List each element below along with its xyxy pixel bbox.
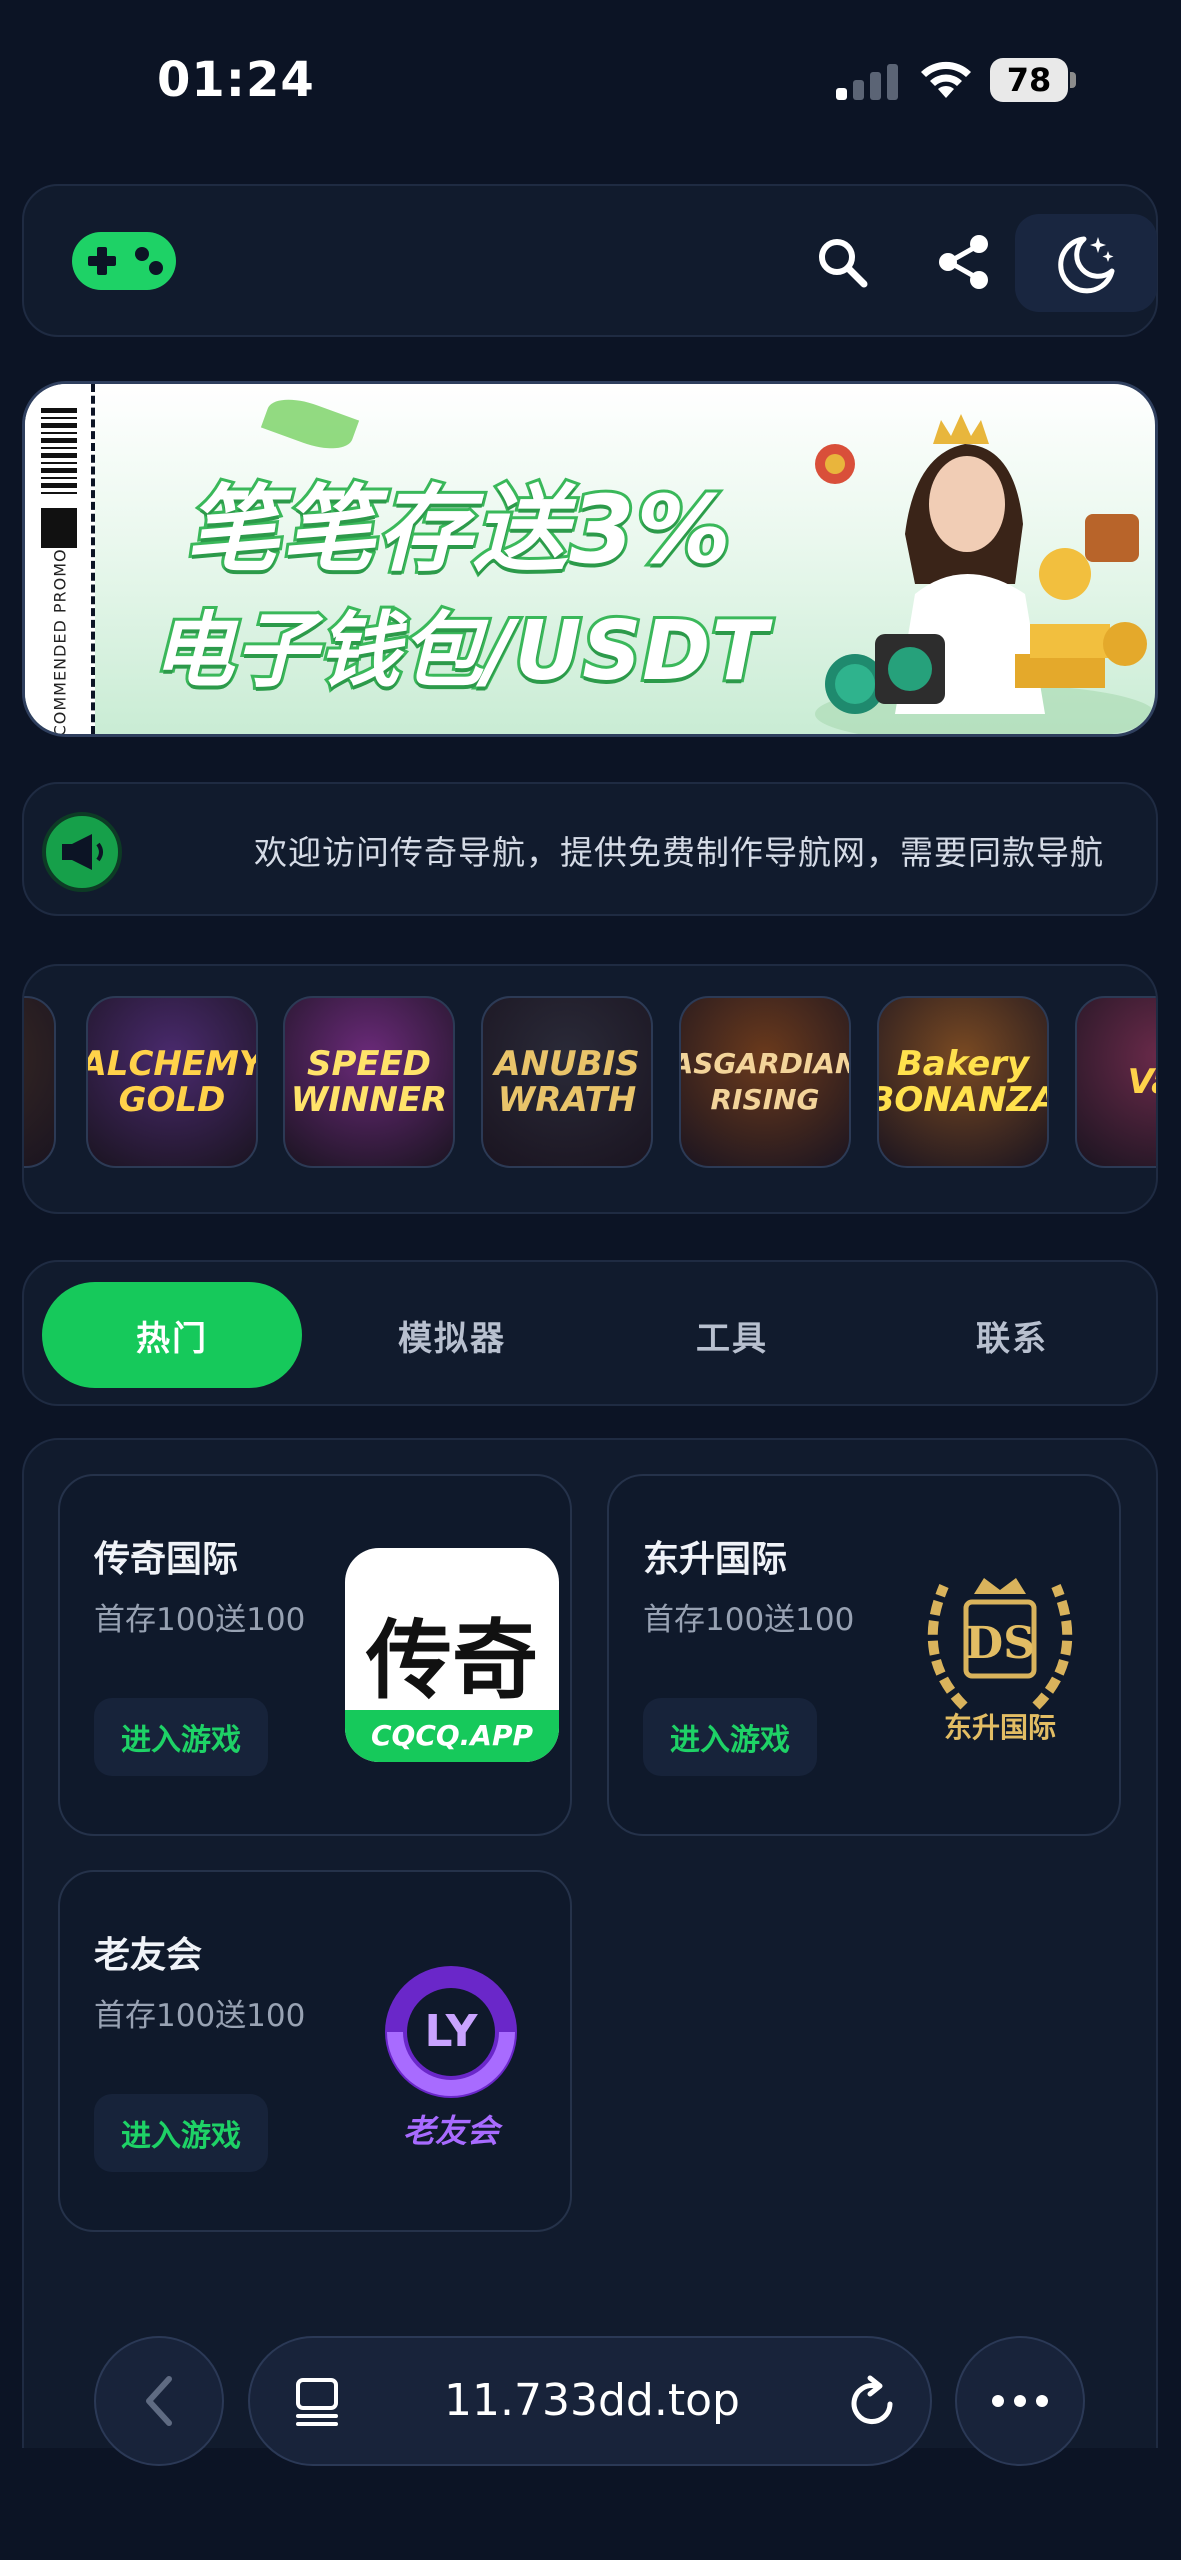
reload-icon[interactable]	[846, 2374, 898, 2430]
banner-illustration	[815, 414, 1155, 734]
top-header	[22, 184, 1158, 337]
battery-level: 78	[990, 58, 1068, 102]
tab-contact[interactable]: 联系	[882, 1282, 1142, 1388]
site-card-chuanqi[interactable]: 传奇国际 首存100送100 进入游戏 传奇 CQCQ.APP	[58, 1474, 572, 1836]
status-time: 01:24	[157, 52, 315, 108]
site-card-dongsheng[interactable]: 东升国际 首存100送100 进入游戏 DS 东升国际	[607, 1474, 1121, 1836]
game-tile[interactable]: Vac	[1075, 996, 1156, 1168]
site-desc: 首存100送100	[643, 1602, 855, 1638]
site-desc: 首存100送100	[94, 1602, 306, 1638]
site-card-laoyouhui[interactable]: 老友会 首存100送100 进入游戏 LY 老友会	[58, 1870, 572, 2232]
status-bar: 01:24 78	[0, 0, 1181, 160]
game-tile-alchemy-gold[interactable]: ALCHEMY GOLD	[86, 996, 258, 1168]
site-name: 传奇国际	[94, 1539, 239, 1580]
theme-toggle-button[interactable]	[1015, 214, 1157, 312]
back-button[interactable]	[94, 2336, 224, 2466]
gamepad-icon[interactable]	[72, 230, 176, 292]
banner-side-label: RECOMMENDED PROMO	[50, 548, 70, 737]
enter-game-button[interactable]: 进入游戏	[643, 1698, 817, 1776]
dongsheng-logo: DS 东升国际	[894, 1546, 1106, 1758]
game-tile[interactable]	[24, 996, 56, 1168]
banner-headline: 笔笔存送3%	[182, 473, 734, 588]
share-button[interactable]	[918, 216, 1010, 308]
more-dots-icon	[992, 2395, 1048, 2407]
cellular-signal-icon	[836, 62, 898, 100]
site-desc: 首存100送100	[94, 1998, 306, 2034]
address-bar[interactable]: 11.733dd.top	[248, 2336, 932, 2466]
more-button[interactable]	[955, 2336, 1085, 2466]
site-grid: 传奇国际 首存100送100 进入游戏 传奇 CQCQ.APP 东升国际 首存1…	[22, 1438, 1158, 2448]
leaf-decoration	[260, 389, 360, 459]
laoyouhui-logo: LY 老友会	[345, 1942, 557, 2154]
site-name: 东升国际	[643, 1539, 788, 1580]
enter-game-button[interactable]: 进入游戏	[94, 2094, 268, 2172]
games-carousel: ALCHEMY GOLD SPEED WINNER ANUBIS WRATH A…	[22, 964, 1158, 1214]
battery-icon: 78	[990, 58, 1076, 102]
url-text: 11.733dd.top	[444, 2375, 740, 2426]
category-tabs: 热门 模拟器 工具 联系	[22, 1260, 1158, 1406]
notice-text: 欢迎访问传奇导航，提供免费制作导航网，需要同款导航	[254, 833, 1104, 872]
megaphone-icon	[42, 812, 122, 892]
game-tile-asgardian-rising[interactable]: ASGARDIAN RISING	[679, 996, 851, 1168]
moon-stars-icon	[1058, 236, 1115, 294]
chevron-left-icon	[146, 2376, 172, 2426]
tab-hot[interactable]: 热门	[42, 1282, 302, 1388]
search-icon	[819, 239, 868, 288]
enter-game-button[interactable]: 进入游戏	[94, 1698, 268, 1776]
search-button[interactable]	[796, 216, 888, 308]
game-tile-bakery-bonanza[interactable]: Bakery BONANZA	[877, 996, 1049, 1168]
share-icon	[939, 235, 988, 289]
tab-emulator[interactable]: 模拟器	[322, 1282, 582, 1388]
site-name: 老友会	[94, 1935, 203, 1976]
notice-bar: 欢迎访问传奇导航，提供免费制作导航网，需要同款导航	[22, 782, 1158, 916]
promo-banner[interactable]: RECOMMENDED PROMO 笔笔存送3% 电子钱包/USDT	[22, 381, 1158, 737]
chuanqi-logo: 传奇 CQCQ.APP	[345, 1548, 559, 1762]
wifi-icon	[921, 61, 971, 98]
banner-subheadline: 电子钱包/USDT	[149, 601, 771, 702]
tab-tools[interactable]: 工具	[602, 1282, 862, 1388]
game-tile-speed-winner[interactable]: SPEED WINNER	[283, 996, 455, 1168]
game-tile-anubis-wrath[interactable]: ANUBIS WRATH	[481, 996, 653, 1168]
